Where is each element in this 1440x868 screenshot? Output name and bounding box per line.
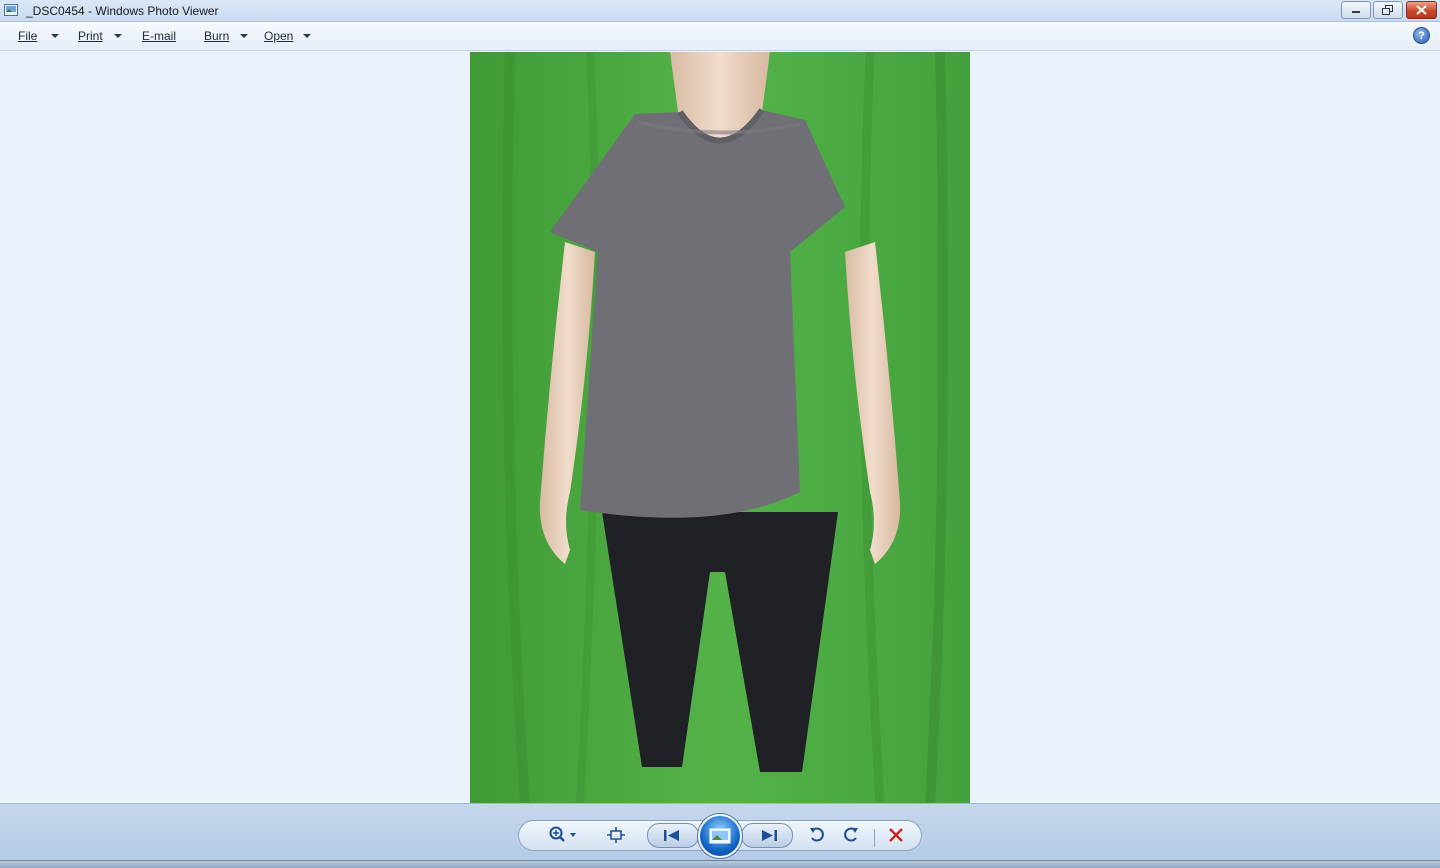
help-icon[interactable]: ? <box>1413 27 1430 44</box>
burn-dropdown-icon[interactable] <box>240 34 248 38</box>
taskbar-strip <box>0 860 1440 868</box>
zoom-button[interactable] <box>545 825 579 845</box>
previous-icon <box>664 830 679 841</box>
delete-button[interactable] <box>885 825 907 845</box>
menu-burn-label: Burn <box>204 29 230 43</box>
menu-open-label: Open <box>264 29 294 43</box>
menu-burn[interactable]: Burn <box>204 29 229 43</box>
menu-email[interactable]: E-mail <box>142 29 176 43</box>
rotate-clockwise-icon <box>844 827 858 842</box>
menu-email-label: E-mail <box>142 29 177 43</box>
actual-size-icon <box>607 827 625 843</box>
close-button[interactable] <box>1406 1 1437 19</box>
bottom-toolbar <box>0 803 1440 860</box>
title-bar: _DSC0454 - Windows Photo Viewer <box>0 0 1440 22</box>
window-title: _DSC0454 - Windows Photo Viewer <box>26 4 219 18</box>
close-icon <box>1416 5 1427 15</box>
displayed-photo[interactable] <box>470 52 970 803</box>
menu-print-label: Print <box>78 29 103 43</box>
previous-button[interactable] <box>647 823 699 848</box>
open-dropdown-icon[interactable] <box>303 34 311 38</box>
minimize-button[interactable] <box>1341 1 1371 19</box>
file-dropdown-icon[interactable] <box>51 34 59 38</box>
image-viewer-area <box>0 52 1440 803</box>
menu-file[interactable]: File <box>18 29 37 43</box>
rotate-clockwise-button[interactable] <box>840 825 862 845</box>
menu-open[interactable]: Open <box>264 29 293 43</box>
restore-icon <box>1382 5 1393 15</box>
menu-print[interactable]: Print <box>78 29 103 43</box>
rotate-counterclockwise-icon <box>810 827 824 842</box>
photo-viewer-app-icon <box>4 4 18 16</box>
actual-size-button[interactable] <box>603 825 629 845</box>
photo-mannequin-image <box>470 52 970 803</box>
minimize-icon <box>1352 11 1360 13</box>
toolbar-divider <box>874 829 875 847</box>
menu-bar: File Print E-mail Burn Open <box>0 22 1440 51</box>
delete-icon <box>889 828 903 842</box>
restore-button[interactable] <box>1373 1 1403 19</box>
next-button[interactable] <box>741 823 793 848</box>
slideshow-button[interactable] <box>698 814 742 858</box>
slideshow-icon <box>709 828 731 844</box>
print-dropdown-icon[interactable] <box>114 34 122 38</box>
zoom-icon <box>549 826 576 842</box>
menu-file-label: File <box>18 29 38 43</box>
next-icon <box>762 830 777 841</box>
rotate-counterclockwise-button[interactable] <box>806 825 828 845</box>
